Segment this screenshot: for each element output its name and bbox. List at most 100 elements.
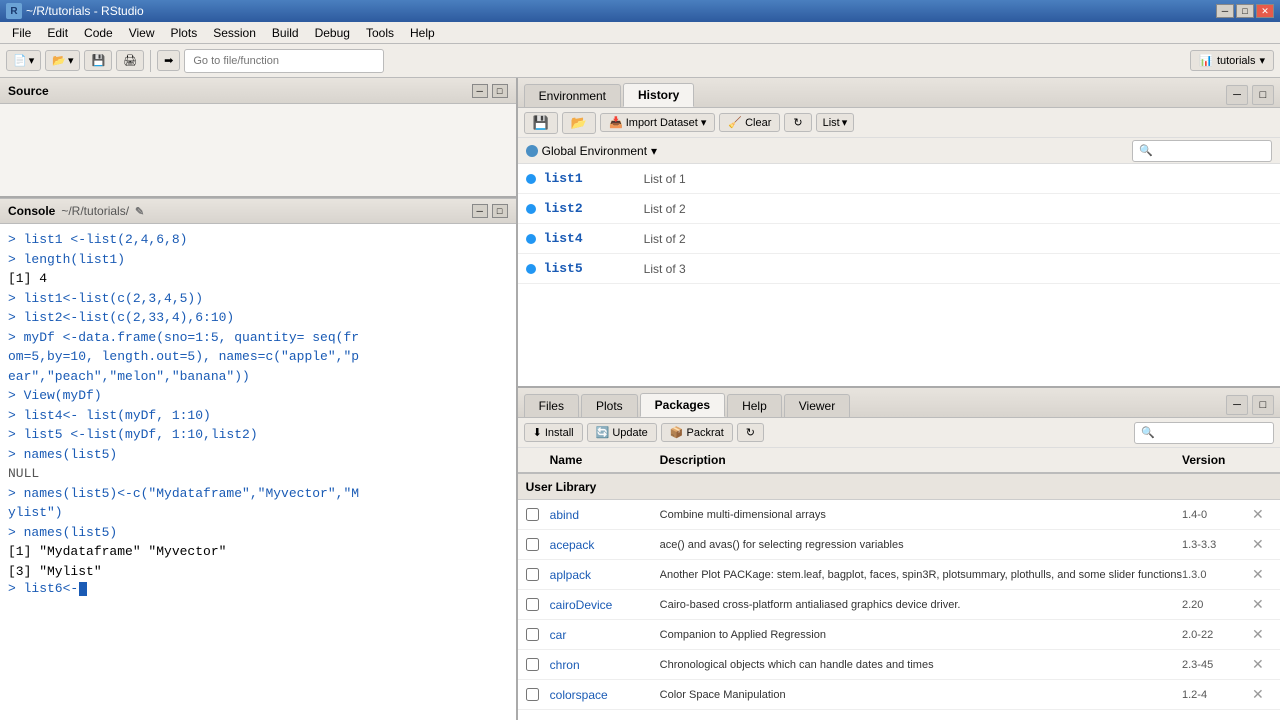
menu-item-plots[interactable]: Plots [163, 24, 206, 42]
pkg-delete-btn[interactable]: ✕ [1252, 566, 1272, 583]
menu-item-view[interactable]: View [121, 24, 163, 42]
menu-item-help[interactable]: Help [402, 24, 443, 42]
pkg-name[interactable]: car [550, 628, 660, 642]
pkg-row-cairodevice: cairoDevice Cairo-based cross-platform a… [518, 590, 1280, 620]
pkg-delete-btn[interactable]: ✕ [1252, 626, 1272, 643]
pkg-checkbox[interactable] [526, 538, 550, 551]
pkg-checkbox[interactable] [526, 628, 550, 641]
pkg-checkbox[interactable] [526, 598, 550, 611]
new-file-btn[interactable]: 📄 ▾ [6, 50, 41, 71]
tab-viewer[interactable]: Viewer [784, 394, 850, 417]
goto-input[interactable] [184, 49, 384, 73]
save-btn[interactable]: 💾 [84, 50, 112, 71]
open-file-btn[interactable]: 📂 ▾ [45, 50, 80, 71]
pkg-name[interactable]: cairoDevice [550, 598, 660, 612]
files-maximize-btn[interactable]: □ [1252, 395, 1274, 415]
pkg-row-acepack: acepack ace() and avas() for selecting r… [518, 530, 1280, 560]
console-line: > list2<-list(c(2,33,4),6:10) [8, 308, 508, 328]
source-maximize-btn[interactable]: □ [492, 84, 508, 98]
pkg-checkbox[interactable] [526, 568, 550, 581]
maximize-btn[interactable]: □ [1236, 4, 1254, 18]
console-controls: ─ □ [472, 204, 508, 218]
close-btn[interactable]: ✕ [1256, 4, 1274, 18]
pkg-name[interactable]: abind [550, 508, 660, 522]
pkg-checkbox[interactable] [526, 658, 550, 671]
files-panel-controls: ─ □ [1226, 395, 1274, 417]
menu-item-session[interactable]: Session [205, 24, 264, 42]
env-minimize-btn[interactable]: ─ [1226, 85, 1248, 105]
env-search-input[interactable] [1132, 140, 1272, 162]
save-icon: 💾 [91, 54, 105, 67]
tab-history[interactable]: History [623, 83, 694, 107]
pkg-checkbox[interactable] [526, 508, 550, 521]
packages-refresh-btn[interactable]: ↻ [737, 423, 764, 442]
pkg-ver: 1.3.0 [1182, 569, 1252, 581]
tab-environment[interactable]: Environment [524, 84, 621, 107]
console-line: > names(list5) [8, 523, 508, 543]
env-load-btn[interactable]: 📂 [562, 112, 596, 134]
pkg-delete-btn[interactable]: ✕ [1252, 596, 1272, 613]
menu-item-edit[interactable]: Edit [39, 24, 76, 42]
tab-packages[interactable]: Packages [640, 393, 725, 417]
console-title-text: Console [8, 204, 55, 218]
goto-icon: ➡ [164, 54, 173, 67]
menu-item-code[interactable]: Code [76, 24, 121, 42]
user-library-label: User Library [526, 480, 597, 494]
console-input-line[interactable]: > list6<- [8, 581, 508, 596]
source-title: Source [8, 84, 49, 98]
global-env-select[interactable]: Global Environment ▾ [526, 144, 657, 158]
pkg-ver: 2.0-22 [1182, 629, 1252, 641]
menu-item-debug[interactable]: Debug [307, 24, 358, 42]
env-maximize-btn[interactable]: □ [1252, 85, 1274, 105]
source-minimize-btn[interactable]: ─ [472, 84, 488, 98]
install-btn[interactable]: ⬇ Install [524, 423, 583, 442]
console-body[interactable]: > list1 <-list(2,4,6,8) > length(list1) … [0, 224, 516, 720]
source-header: Source ─ □ [0, 78, 516, 104]
print-btn[interactable]: 🖨 [116, 50, 144, 71]
var-row-list5[interactable]: list5 List of 3 [518, 254, 1280, 284]
console-maximize-btn[interactable]: □ [492, 204, 508, 218]
env-save-btn[interactable]: 💾 [524, 112, 558, 134]
menu-item-build[interactable]: Build [264, 24, 307, 42]
tab-help[interactable]: Help [727, 394, 782, 417]
console-panel: Console ~/R/tutorials/ ✎ ─ □ > list1 <-l… [0, 198, 516, 720]
minimize-btn[interactable]: ─ [1216, 4, 1234, 18]
console-line: [1] "Mydataframe" "Myvector" [8, 542, 508, 562]
pkg-checkbox[interactable] [526, 688, 550, 701]
var-row-list2[interactable]: list2 List of 2 [518, 194, 1280, 224]
env-dropdown-arrow: ▾ [651, 144, 657, 158]
project-btn[interactable]: 📊 tutorials ▾ [1190, 50, 1274, 71]
pkg-delete-btn[interactable]: ✕ [1252, 656, 1272, 673]
project-dropdown-icon: ▾ [1259, 54, 1265, 67]
menu-item-file[interactable]: File [4, 24, 39, 42]
packrat-btn[interactable]: 📦 Packrat [661, 423, 733, 442]
update-btn[interactable]: 🔄 Update [587, 423, 657, 442]
env-list-btn[interactable]: List ▾ [816, 113, 855, 132]
pkg-name[interactable]: aplpack [550, 568, 660, 582]
pkg-delete-btn[interactable]: ✕ [1252, 536, 1272, 553]
import-dataset-btn[interactable]: 📥 Import Dataset ▾ [600, 113, 715, 132]
left-panel: Source ─ □ Console ~/R/tutorials/ ✎ ─ □ [0, 78, 518, 720]
tab-files[interactable]: Files [524, 394, 579, 417]
console-minimize-btn[interactable]: ─ [472, 204, 488, 218]
pkg-name[interactable]: colorspace [550, 688, 660, 702]
files-panel: Files Plots Packages Help Viewer ─ □ ⬇ I… [518, 388, 1280, 720]
var-row-list1[interactable]: list1 List of 1 [518, 164, 1280, 194]
var-row-list4[interactable]: list4 List of 2 [518, 224, 1280, 254]
env-label: Global Environment [542, 144, 647, 158]
env-refresh-btn[interactable]: ↻ [784, 113, 811, 132]
open-file-icon: 📂 [52, 54, 66, 67]
pkg-name[interactable]: acepack [550, 538, 660, 552]
clear-label: Clear [745, 117, 771, 129]
var-dot [526, 174, 536, 184]
pkg-name[interactable]: chron [550, 658, 660, 672]
pkg-delete-btn[interactable]: ✕ [1252, 506, 1272, 523]
packrat-icon: 📦 [670, 426, 684, 439]
menu-item-tools[interactable]: Tools [358, 24, 402, 42]
packages-search-input[interactable] [1134, 422, 1274, 444]
files-minimize-btn[interactable]: ─ [1226, 395, 1248, 415]
pkg-delete-btn[interactable]: ✕ [1252, 686, 1272, 703]
tab-plots[interactable]: Plots [581, 394, 638, 417]
env-dropdown[interactable]: Global Environment ▾ [518, 138, 1280, 164]
env-clear-btn[interactable]: 🧹 Clear [719, 113, 780, 132]
